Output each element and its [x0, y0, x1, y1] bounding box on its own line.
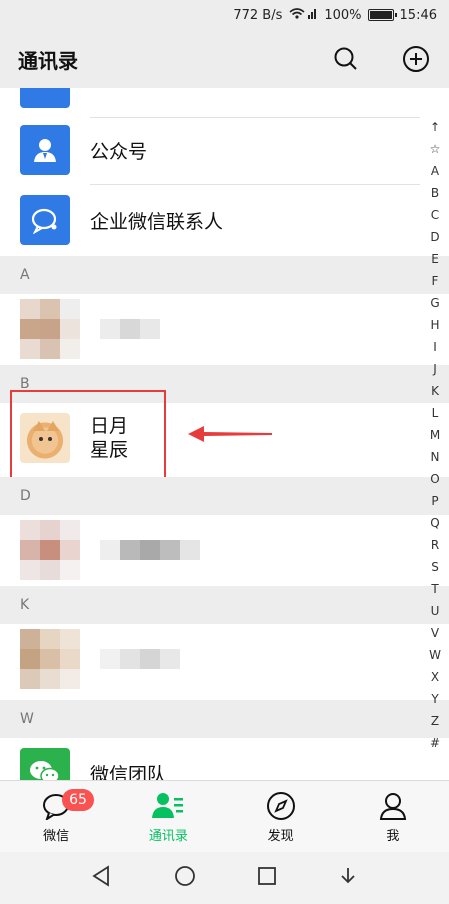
- back-icon[interactable]: [91, 865, 113, 891]
- index-letter[interactable]: A: [431, 160, 439, 182]
- notification-pull-icon[interactable]: [338, 866, 358, 890]
- index-letter[interactable]: J: [433, 358, 437, 380]
- search-icon[interactable]: [331, 44, 361, 74]
- person-icon: [377, 790, 409, 822]
- page-title: 通讯录: [18, 48, 78, 73]
- contact-row-a[interactable]: [0, 294, 420, 364]
- section-header-k: K: [0, 586, 449, 624]
- contact-list[interactable]: 公众号 企业微信联系人 A B 日月 星辰 D K W 微信团队: [0, 88, 449, 780]
- tab-contacts-label: 通讯录: [148, 828, 188, 844]
- blurred-name: [100, 649, 180, 669]
- unread-badge: 65: [62, 789, 94, 811]
- section-header-w: W: [0, 700, 449, 738]
- index-letter[interactable]: K: [431, 380, 439, 402]
- app-header: 通讯录: [0, 30, 449, 88]
- index-letter[interactable]: T: [431, 578, 438, 600]
- enterprise-chat-icon: [20, 195, 70, 245]
- index-letter[interactable]: E: [431, 248, 439, 270]
- index-letter[interactable]: G: [430, 292, 439, 314]
- highlight-box: [10, 390, 166, 482]
- index-letter[interactable]: L: [432, 402, 439, 424]
- index-letter[interactable]: X: [431, 666, 439, 688]
- add-circle-icon[interactable]: [401, 44, 431, 74]
- index-letter[interactable]: R: [431, 534, 439, 556]
- recents-icon[interactable]: [257, 866, 277, 890]
- index-letter[interactable]: O: [430, 468, 439, 490]
- index-letter[interactable]: W: [429, 644, 441, 666]
- signal-icon: [288, 6, 318, 24]
- index-letter[interactable]: N: [431, 446, 440, 468]
- index-letter[interactable]: H: [430, 314, 439, 336]
- index-letter[interactable]: Z: [431, 710, 439, 732]
- tab-me[interactable]: 我: [337, 781, 449, 852]
- wechat-team-row[interactable]: 微信团队: [0, 738, 420, 780]
- index-letter[interactable]: P: [431, 490, 438, 512]
- alphabet-index[interactable]: ↑ ☆ A B C D E F G H I J K L M N O P Q R S T U V W X Y Z #: [425, 116, 445, 754]
- index-letter[interactable]: S: [431, 556, 439, 578]
- index-letter[interactable]: C: [431, 204, 439, 226]
- battery-icon: [367, 9, 397, 21]
- tab-chats[interactable]: 微信 65: [0, 781, 112, 852]
- index-letter[interactable]: Y: [431, 688, 438, 710]
- wechat-logo-icon: [20, 748, 70, 780]
- index-letter[interactable]: M: [430, 424, 440, 446]
- index-letter[interactable]: V: [431, 622, 439, 644]
- avatar: [20, 299, 80, 359]
- enterprise-contacts-label: 企业微信联系人: [90, 210, 224, 233]
- red-arrow-icon: [188, 426, 272, 442]
- index-letter[interactable]: ↑: [430, 116, 440, 138]
- section-header-d: D: [0, 477, 449, 515]
- group-icon: [20, 88, 70, 108]
- avatar: [20, 520, 80, 580]
- tab-bar: 微信 65 通讯录 发现 我: [0, 780, 449, 852]
- index-letter[interactable]: Q: [430, 512, 439, 534]
- tab-discover[interactable]: 发现: [225, 781, 337, 852]
- tab-contacts[interactable]: 通讯录: [112, 781, 224, 852]
- index-letter[interactable]: F: [432, 270, 439, 292]
- status-bar: 772 B/s 100% 15:46: [0, 0, 449, 30]
- blurred-name: [100, 540, 200, 560]
- compass-icon: [265, 790, 297, 822]
- contact-row-k[interactable]: [0, 624, 420, 694]
- contact-row-d[interactable]: [0, 515, 420, 585]
- wechat-team-label: 微信团队: [90, 763, 167, 781]
- contacts-icon: [152, 790, 184, 822]
- index-letter[interactable]: ☆: [430, 138, 441, 160]
- battery-percent: 100%: [324, 7, 362, 23]
- tab-discover-label: 发现: [267, 828, 294, 844]
- official-account-icon: [20, 125, 70, 175]
- index-letter[interactable]: #: [430, 732, 440, 754]
- avatar: [20, 629, 80, 689]
- section-header-a: A: [0, 256, 449, 294]
- network-speed: 772 B/s: [233, 7, 283, 23]
- index-letter[interactable]: I: [433, 336, 437, 358]
- list-item[interactable]: [0, 88, 420, 118]
- blurred-name: [100, 319, 160, 339]
- official-accounts-label: 公众号: [90, 140, 148, 163]
- index-letter[interactable]: U: [431, 600, 440, 622]
- clock: 15:46: [399, 7, 437, 23]
- tab-me-label: 我: [386, 828, 400, 844]
- enterprise-contacts-row[interactable]: 企业微信联系人: [0, 185, 420, 255]
- tab-chats-label: 微信: [43, 828, 70, 844]
- index-letter[interactable]: D: [430, 226, 439, 248]
- index-letter[interactable]: B: [431, 182, 439, 204]
- home-icon[interactable]: [174, 865, 196, 891]
- official-accounts-row[interactable]: 公众号: [0, 115, 420, 185]
- system-nav-bar: [0, 852, 449, 904]
